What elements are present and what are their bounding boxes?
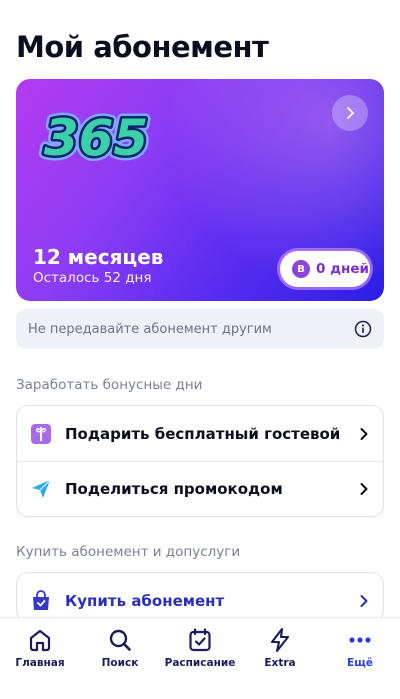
gift-guest-pass-label: Подарить бесплатный гостевой <box>65 424 341 443</box>
chevron-right-icon <box>360 427 368 440</box>
chevron-right-icon <box>347 107 354 119</box>
buy-subscription-label: Купить абонемент <box>65 591 225 610</box>
tab-search-label: Поиск <box>101 657 139 669</box>
bonus-list: Подарить бесплатный гостевой Поделиться … <box>16 405 384 517</box>
subscription-remaining: Осталось 52 дня <box>33 270 152 286</box>
tab-extra-label: Extra <box>264 657 296 669</box>
home-icon <box>29 629 51 652</box>
notice-text: Не передавайте абонемент другим <box>28 321 272 337</box>
shopping-bag-icon <box>33 589 49 610</box>
bonus-badge-icon: B <box>292 260 310 278</box>
tab-more-label: Ещё <box>347 657 373 669</box>
buy-subscription-item[interactable]: Купить абонемент <box>17 573 383 621</box>
subscription-card[interactable]: 365 365 365 12 месяцев Осталось 52 дня B… <box>16 79 384 301</box>
search-icon <box>109 629 131 651</box>
buy-section-label: Купить абонемент и допуслуги <box>16 544 241 560</box>
tab-more[interactable]: Ещё <box>320 618 400 699</box>
tab-schedule-label: Расписание <box>164 657 236 669</box>
info-icon[interactable] <box>354 320 372 338</box>
tab-schedule[interactable]: Расписание <box>160 618 240 699</box>
gift-guest-pass-item[interactable]: Подарить бесплатный гостевой <box>17 406 383 461</box>
card-open-button[interactable] <box>332 95 368 131</box>
chevron-right-icon <box>360 594 368 607</box>
bottom-tab-bar: Главная Поиск Расписание Extra Ещё <box>0 617 400 699</box>
share-promocode-item[interactable]: Поделиться промокодом <box>17 461 383 516</box>
buy-list: Купить абонемент <box>16 572 384 622</box>
tab-search[interactable]: Поиск <box>80 618 160 699</box>
tab-home[interactable]: Главная <box>0 618 80 699</box>
calendar-icon <box>189 628 211 652</box>
tab-extra[interactable]: Extra <box>240 618 320 699</box>
share-icon <box>32 479 51 498</box>
notice-banner: Не передавайте абонемент другим <box>16 309 384 349</box>
svg-text:365: 365 <box>44 109 148 167</box>
page-title: Мой абонемент <box>16 30 269 64</box>
lightning-icon <box>270 627 290 653</box>
tab-home-label: Главная <box>15 657 65 669</box>
bonus-days-label: 0 дней <box>316 261 369 277</box>
bonus-days-button[interactable]: B 0 дней <box>280 251 370 287</box>
bonus-section-label: Заработать бонусные дни <box>16 377 203 393</box>
gift-icon <box>31 423 51 444</box>
logo-365: 365 365 365 <box>39 104 153 172</box>
chevron-right-icon <box>360 483 368 495</box>
subscription-period: 12 месяцев <box>33 245 164 269</box>
share-promocode-label: Поделиться промокодом <box>65 480 283 498</box>
more-icon <box>349 637 371 643</box>
